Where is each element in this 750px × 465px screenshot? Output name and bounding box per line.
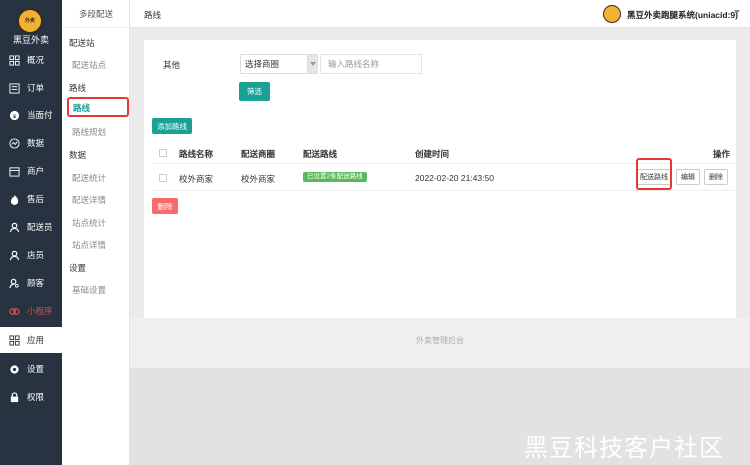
sidebar-item-orders[interactable]: 订单 [0,75,62,101]
filter-label: 其他 [163,60,181,70]
chevron-down-icon [307,55,317,73]
footer-text: 外卖管理后台 [416,336,464,345]
sidebar-item-label: 商户 [27,166,45,176]
watermark: 黑豆科技客户社区 [524,434,724,462]
route-name: 校外商家 [179,174,214,184]
lock-icon [9,391,20,403]
table-row: 校外商家 校外商家 已设置2条配送路线 2022-02-20 21:43:50 … [152,164,734,191]
sub-navigation: 多段配送 配送站 配送站点 路线 路线 路线规划 数据 配送统计 配送详情 站点… [62,0,130,465]
main-panel: 其他 选择商圈 输入路线名称 筛选 添加路线 路线名称 配送商圈 配送路线 创建… [144,40,736,318]
edit-button[interactable]: 编辑 [676,169,700,185]
row-checkbox[interactable] [159,174,167,182]
sidebar-item-label: 当面付 [27,110,53,120]
subnav-item-route-planning[interactable]: 路线规划 [72,126,106,138]
column-header: 路线名称 [179,149,214,159]
svg-text:¥: ¥ [13,113,17,120]
subnav-item-station-stats[interactable]: 站点统计 [72,217,106,229]
column-header: 创建时间 [415,149,450,159]
sidebar-item-label: 设置 [27,364,45,374]
subnav-item-basic-settings[interactable]: 基础设置 [72,284,106,296]
user-name[interactable]: 黑豆外卖跑腿系统(uniacid:9) [627,9,738,21]
sidebar-item-aftersale[interactable]: 售后 [0,186,62,212]
list-icon [9,82,20,94]
subnav-item-delivery-stats[interactable]: 配送统计 [72,172,106,184]
sidebar-item-label: 配送员 [27,222,53,232]
column-header: 配送路线 [303,149,338,159]
subnav-heading-data: 数据 [69,150,87,160]
store-icon [9,166,20,177]
filter-button[interactable]: 筛选 [239,82,270,101]
sidebar-item-couriers[interactable]: 配送员 [0,214,62,240]
brand-logo: 外卖 [17,8,43,34]
footer: 外卖管理后台 [130,318,750,368]
subnav-heading-routes: 路线 [69,83,87,93]
sidebar-item-facepay[interactable]: ¥ 当面付 [0,102,62,128]
sidebar-item-merchants[interactable]: 商户 [0,158,62,184]
sidebar-item-customers[interactable]: 顾客 [0,270,62,296]
grid-icon [9,54,20,66]
delivery-route-button[interactable]: 配送路线 [636,169,672,185]
area-select[interactable]: 选择商圈 [240,54,318,74]
sidebar-item-clerks[interactable]: 店员 [0,242,62,268]
sidebar-item-label: 店员 [27,250,45,260]
sidebar-item-label: 应用 [27,335,45,345]
sidebar: 外卖 黑豆外卖 概况 订单 ¥ 当面付 数据 商户 售后 配送员 店员 顾客 小… [0,0,62,465]
sidebar-item-permissions[interactable]: 权限 [0,384,62,410]
fire-icon [9,194,20,205]
column-header: 配送商圈 [241,149,276,159]
sidebar-item-label: 顾客 [27,278,45,288]
subnav-item-station-details[interactable]: 站点详情 [72,239,106,251]
page-title: 路线 [144,10,162,20]
coin-icon: ¥ [9,110,20,121]
add-route-button[interactable]: 添加路线 [152,118,192,134]
route-name-input[interactable]: 输入路线名称 [320,54,422,74]
sidebar-item-label: 小程序 [27,306,53,316]
sidebar-item-label: 售后 [27,194,45,204]
sidebar-item-overview[interactable]: 概况 [0,47,62,73]
brand-logo-text: 外卖 [24,17,35,24]
chevron-down-icon[interactable] [734,10,740,14]
subnav-heading-stations: 配送站 [69,38,95,48]
subnav-item-stations[interactable]: 配送站点 [72,59,106,71]
chart-icon [9,137,20,149]
subnav-item-delivery-details[interactable]: 配送详情 [72,194,106,206]
bulk-delete-button[interactable]: 删除 [152,198,178,214]
subnav-heading-settings: 设置 [69,263,87,273]
select-all-checkbox[interactable] [159,149,167,157]
sidebar-item-label: 概况 [27,55,45,65]
sidebar-item-apps[interactable]: 应用 [0,327,62,353]
subnav-item-routes[interactable]: 路线 [67,97,129,117]
route-area: 校外商家 [241,174,276,184]
brand-name: 黑豆外卖 [12,35,49,45]
table-header: 路线名称 配送商圈 配送路线 创建时间 操作 [152,141,734,164]
avatar[interactable] [603,5,621,23]
user-search-icon [9,278,20,289]
column-header: 操作 [713,149,731,159]
miniapp-icon [9,306,20,317]
apps-icon [9,334,20,346]
top-bar: 路线 黑豆外卖跑腿系统(uniacid:9) [130,0,750,28]
area-select-value: 选择商圈 [245,59,280,69]
sidebar-item-miniapp[interactable]: 小程序 [0,298,62,324]
delete-row-button[interactable]: 删除 [704,169,728,185]
user-icon [9,250,20,261]
created-time: 2022-02-20 21:43:50 [415,173,494,183]
user-icon [9,222,20,233]
status-badge: 已设置2条配送路线 [303,172,367,182]
sidebar-item-data[interactable]: 数据 [0,130,62,156]
sidebar-item-label: 数据 [27,138,45,148]
sidebar-item-label: 权限 [27,392,45,402]
sidebar-item-label: 订单 [27,83,45,93]
subnav-title: 多段配送 [62,0,130,28]
sidebar-item-settings[interactable]: 设置 [0,356,62,382]
gear-icon [9,364,20,375]
